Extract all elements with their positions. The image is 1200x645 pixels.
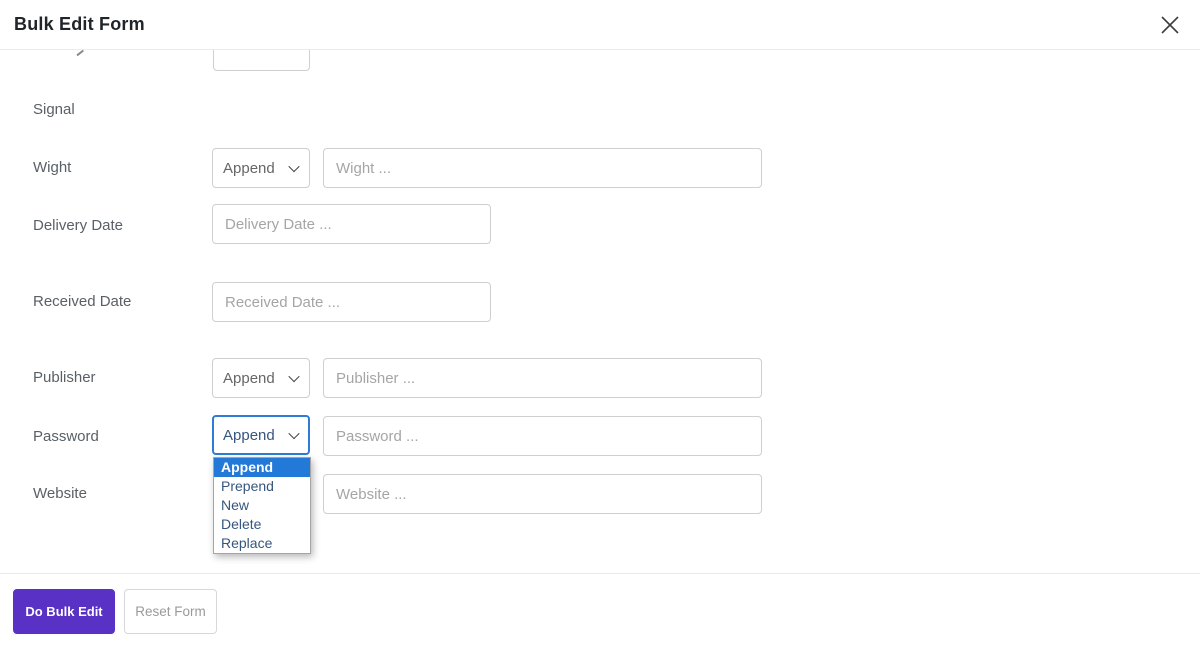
mode-select-publisher[interactable]: Append [212,358,310,398]
mode-select-password-value: Append [223,426,275,444]
mode-select-publisher-value: Append [223,369,275,387]
do-bulk-edit-button[interactable]: Do Bulk Edit [13,589,115,634]
field-label-delivery-date: Delivery Date [33,217,124,234]
chevron-down-icon [288,160,300,173]
field-label-wight: Wight [33,159,72,176]
dropdown-option-new[interactable]: New [214,496,310,515]
close-icon [1161,16,1179,34]
received-date-input[interactable] [212,282,491,322]
dropdown-option-delete[interactable]: Delete [214,515,310,534]
wight-input[interactable] [323,148,762,188]
mode-select-dropdown: Append Prepend New Delete Replace [213,457,311,554]
dropdown-option-prepend[interactable]: Prepend [214,477,310,496]
website-input[interactable] [323,474,762,514]
chevron-down-icon [288,370,300,383]
field-label-publisher: Publisher [33,369,96,386]
publisher-input[interactable] [323,358,762,398]
dropdown-option-replace[interactable]: Replace [214,534,310,553]
modal-footer: Do Bulk Edit Reset Form [0,573,1200,645]
mode-select-wight-value: Append [223,159,275,177]
clipped-input[interactable] [213,50,310,71]
field-label-password: Password [33,428,99,445]
chevron-down-icon [288,427,300,440]
modal-header: Bulk Edit Form [0,0,1200,50]
form-body: Signal Wight Append Delivery Date Receiv… [0,50,1200,573]
mode-select-wight[interactable]: Append [212,148,310,188]
close-button[interactable] [1154,9,1186,41]
reset-form-button[interactable]: Reset Form [124,589,217,634]
password-input[interactable] [323,416,762,456]
modal-title: Bulk Edit Form [14,14,145,34]
field-label-website: Website [33,485,87,502]
clipped-label-fragment [76,50,84,56]
field-label-signal: Signal [33,101,75,118]
delivery-date-input[interactable] [212,204,491,244]
dropdown-option-append[interactable]: Append [214,458,310,477]
mode-select-password[interactable]: Append [212,415,310,455]
field-label-received-date: Received Date [33,293,132,310]
